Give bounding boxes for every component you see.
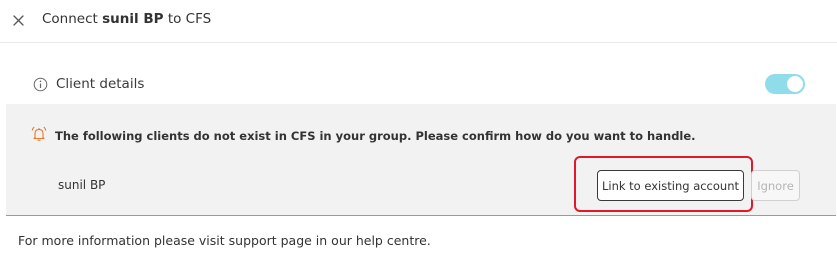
- client-details-section: Client details: [6, 66, 836, 104]
- notice-message: The following clients do not exist in CF…: [55, 129, 696, 143]
- close-icon[interactable]: [10, 12, 28, 30]
- unmatched-clients-panel: The following clients do not exist in CF…: [6, 104, 836, 216]
- link-to-existing-account-button[interactable]: Link to existing account: [597, 170, 744, 201]
- client-details-label: Client details: [56, 76, 145, 92]
- title-client-name: sunil BP: [102, 11, 164, 27]
- ignore-button[interactable]: Ignore: [751, 170, 800, 201]
- title-prefix: Connect: [42, 11, 98, 27]
- footer-help-text: For more information please visit suppor…: [18, 233, 431, 248]
- info-icon: [33, 77, 48, 92]
- client-name: sunil BP: [58, 178, 106, 192]
- bell-icon: [30, 125, 48, 143]
- client-details-toggle[interactable]: [765, 74, 805, 94]
- toggle-knob: [787, 76, 803, 92]
- title-suffix: to CFS: [167, 11, 212, 27]
- dialog-header: Connect sunil BP to CFS: [0, 0, 837, 43]
- dialog-title: Connect sunil BP to CFS: [42, 11, 211, 27]
